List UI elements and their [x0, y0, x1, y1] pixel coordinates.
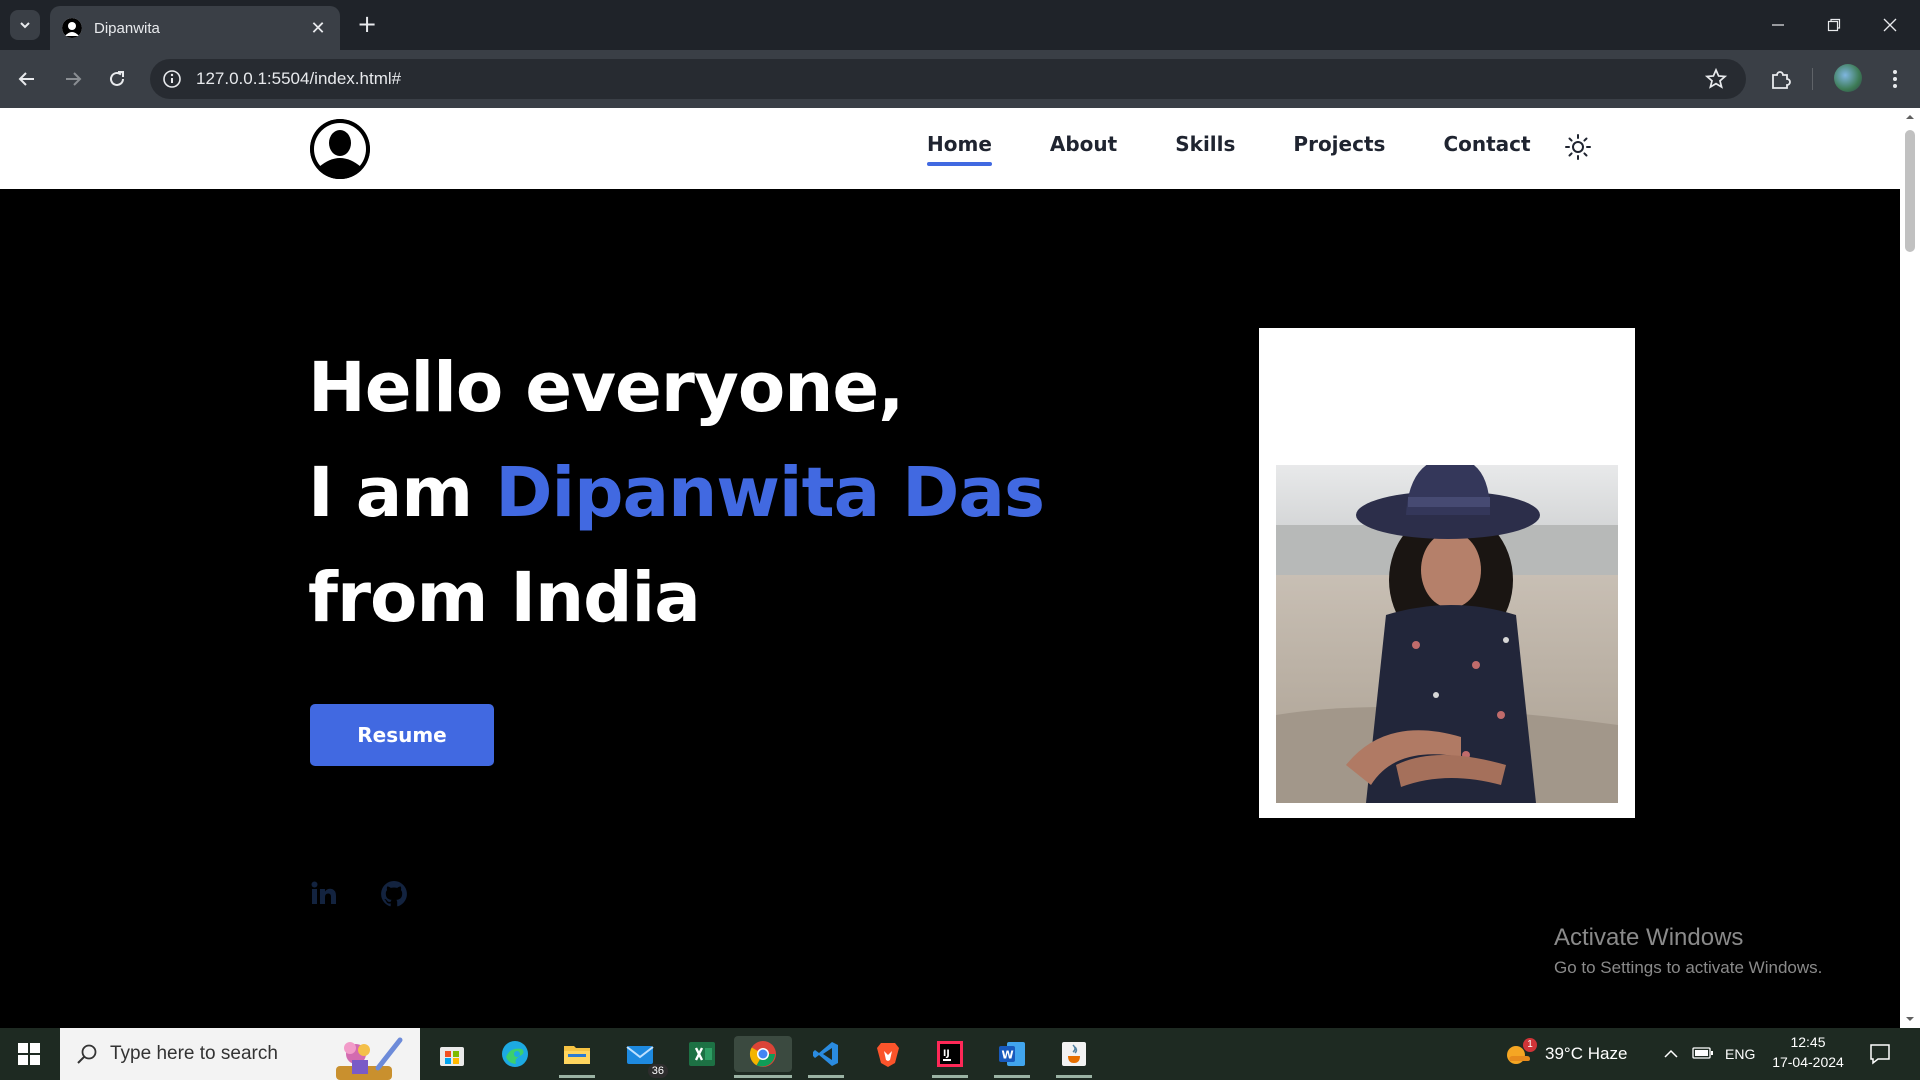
browser-menu-button[interactable] — [1880, 64, 1910, 94]
hero-name: Dipanwita Das — [495, 453, 1045, 533]
watermark-subtitle: Go to Settings to activate Windows. — [1554, 958, 1823, 977]
search-highlight-flowers-icon — [336, 1037, 403, 1080]
reload-button[interactable] — [102, 64, 132, 94]
profile-photo — [1276, 465, 1618, 803]
svg-text:W: W — [1002, 1049, 1014, 1062]
intellij-idea-icon[interactable]: IJ — [932, 1036, 968, 1078]
extensions-puzzle-icon[interactable] — [1766, 64, 1796, 94]
mail-unread-badge: 36 — [647, 1064, 668, 1078]
weather-alert-badge: 1 — [1523, 1038, 1537, 1052]
weather-text[interactable]: 39°C Haze — [1545, 1044, 1627, 1064]
battery-icon[interactable] — [1692, 1046, 1714, 1060]
scroll-up-arrow-icon[interactable] — [1905, 112, 1915, 122]
user-avatar-logo[interactable] — [310, 119, 370, 179]
clock-time: 12:45 — [1790, 1034, 1826, 1050]
new-tab-button[interactable]: + — [354, 12, 380, 38]
address-bar[interactable]: 127.0.0.1:5504/index.html# — [150, 59, 1746, 99]
running-indicator — [1056, 1075, 1092, 1078]
running-indicator — [734, 1075, 792, 1078]
chevron-up-icon[interactable] — [1663, 1046, 1679, 1062]
tab-search-button[interactable] — [10, 10, 40, 40]
profile-photo-frame — [1259, 328, 1635, 818]
mail-icon[interactable]: 36 — [622, 1036, 668, 1078]
java-icon[interactable] — [1056, 1036, 1092, 1078]
hero-intro: I am Dipanwita Das — [308, 453, 1045, 533]
restore-icon — [1827, 18, 1841, 32]
github-icon[interactable] — [378, 878, 410, 910]
browser-tab[interactable]: Dipanwita ✕ — [50, 6, 340, 50]
browser-tab-strip: Dipanwita ✕ + — [0, 0, 1920, 50]
toolbar-divider — [1812, 68, 1813, 90]
kebab-menu-icon — [1893, 70, 1897, 88]
resume-button[interactable]: Resume — [310, 704, 494, 766]
minimize-icon — [1772, 24, 1784, 26]
start-button[interactable] — [0, 1028, 58, 1080]
nav-contact[interactable]: Contact — [1443, 132, 1530, 166]
file-explorer-icon[interactable] — [559, 1036, 595, 1078]
scrollbar-thumb[interactable] — [1905, 130, 1915, 252]
running-indicator — [932, 1075, 968, 1078]
forward-button[interactable] — [58, 64, 88, 94]
sun-theme-toggle-icon[interactable] — [1563, 132, 1593, 162]
word-icon[interactable]: W — [994, 1036, 1030, 1078]
brave-browser-icon[interactable] — [870, 1036, 906, 1072]
running-indicator — [559, 1075, 595, 1078]
nav-about[interactable]: About — [1050, 132, 1117, 166]
close-icon — [1883, 18, 1897, 32]
running-indicator — [994, 1075, 1030, 1078]
hero-greeting: Hello everyone, — [308, 348, 904, 428]
browser-toolbar: 127.0.0.1:5504/index.html# — [0, 50, 1920, 108]
scroll-down-arrow-icon[interactable] — [1905, 1014, 1915, 1024]
search-icon — [77, 1044, 97, 1064]
language-indicator[interactable]: ENG — [1725, 1046, 1755, 1062]
page-viewport: Home About Skills Projects Contact Hello… — [0, 108, 1900, 1028]
watermark-title: Activate Windows — [1554, 924, 1744, 951]
arrow-right-icon — [66, 72, 82, 86]
edge-browser-icon[interactable] — [497, 1036, 533, 1072]
running-indicator — [808, 1075, 844, 1078]
microsoft-store-icon[interactable] — [434, 1036, 470, 1072]
linkedin-icon[interactable] — [308, 878, 340, 910]
page-scrollbar[interactable] — [1900, 108, 1920, 1028]
reload-icon — [110, 71, 124, 86]
site-header: Home About Skills Projects Contact — [0, 108, 1900, 189]
chrome-icon[interactable] — [734, 1036, 792, 1078]
nav-skills[interactable]: Skills — [1175, 132, 1235, 166]
minimize-button[interactable] — [1758, 10, 1798, 40]
info-icon[interactable] — [162, 69, 182, 89]
user-silhouette-icon — [310, 119, 370, 179]
restore-button[interactable] — [1814, 10, 1854, 40]
chevron-down-icon — [20, 22, 30, 29]
site-navigation: Home About Skills Projects Contact — [927, 132, 1589, 166]
windows-taskbar: Type here to search 36 IJ W 1 39°C Haze … — [0, 1028, 1920, 1080]
svg-text:IJ: IJ — [943, 1049, 950, 1059]
arrow-left-icon — [18, 72, 34, 86]
tab-title: Dipanwita — [94, 19, 160, 37]
excel-icon[interactable] — [684, 1036, 720, 1072]
hero-intro-prefix: I am — [308, 453, 496, 533]
taskbar-search-box[interactable]: Type here to search — [60, 1028, 420, 1080]
close-tab-icon[interactable]: ✕ — [308, 18, 328, 39]
avatar-favicon-icon — [62, 18, 82, 38]
clock-date: 17-04-2024 — [1772, 1054, 1844, 1070]
close-window-button[interactable] — [1870, 10, 1910, 40]
profile-avatar[interactable] — [1834, 64, 1862, 92]
back-button[interactable] — [12, 64, 42, 94]
windows-activation-watermark: Activate Windows Go to Settings to activ… — [1554, 924, 1822, 978]
hero-origin: from India — [308, 558, 701, 638]
windows-logo-icon — [18, 1043, 40, 1065]
clock[interactable]: 12:45 17-04-2024 — [1768, 1034, 1848, 1070]
taskbar-search-placeholder[interactable]: Type here to search — [110, 1043, 278, 1065]
vscode-icon[interactable] — [808, 1036, 844, 1078]
notification-center-icon[interactable] — [1868, 1042, 1892, 1066]
nav-home[interactable]: Home — [927, 132, 992, 166]
bookmark-star-icon[interactable] — [1704, 67, 1728, 91]
url-text[interactable]: 127.0.0.1:5504/index.html# — [196, 69, 401, 89]
nav-projects[interactable]: Projects — [1293, 132, 1385, 166]
